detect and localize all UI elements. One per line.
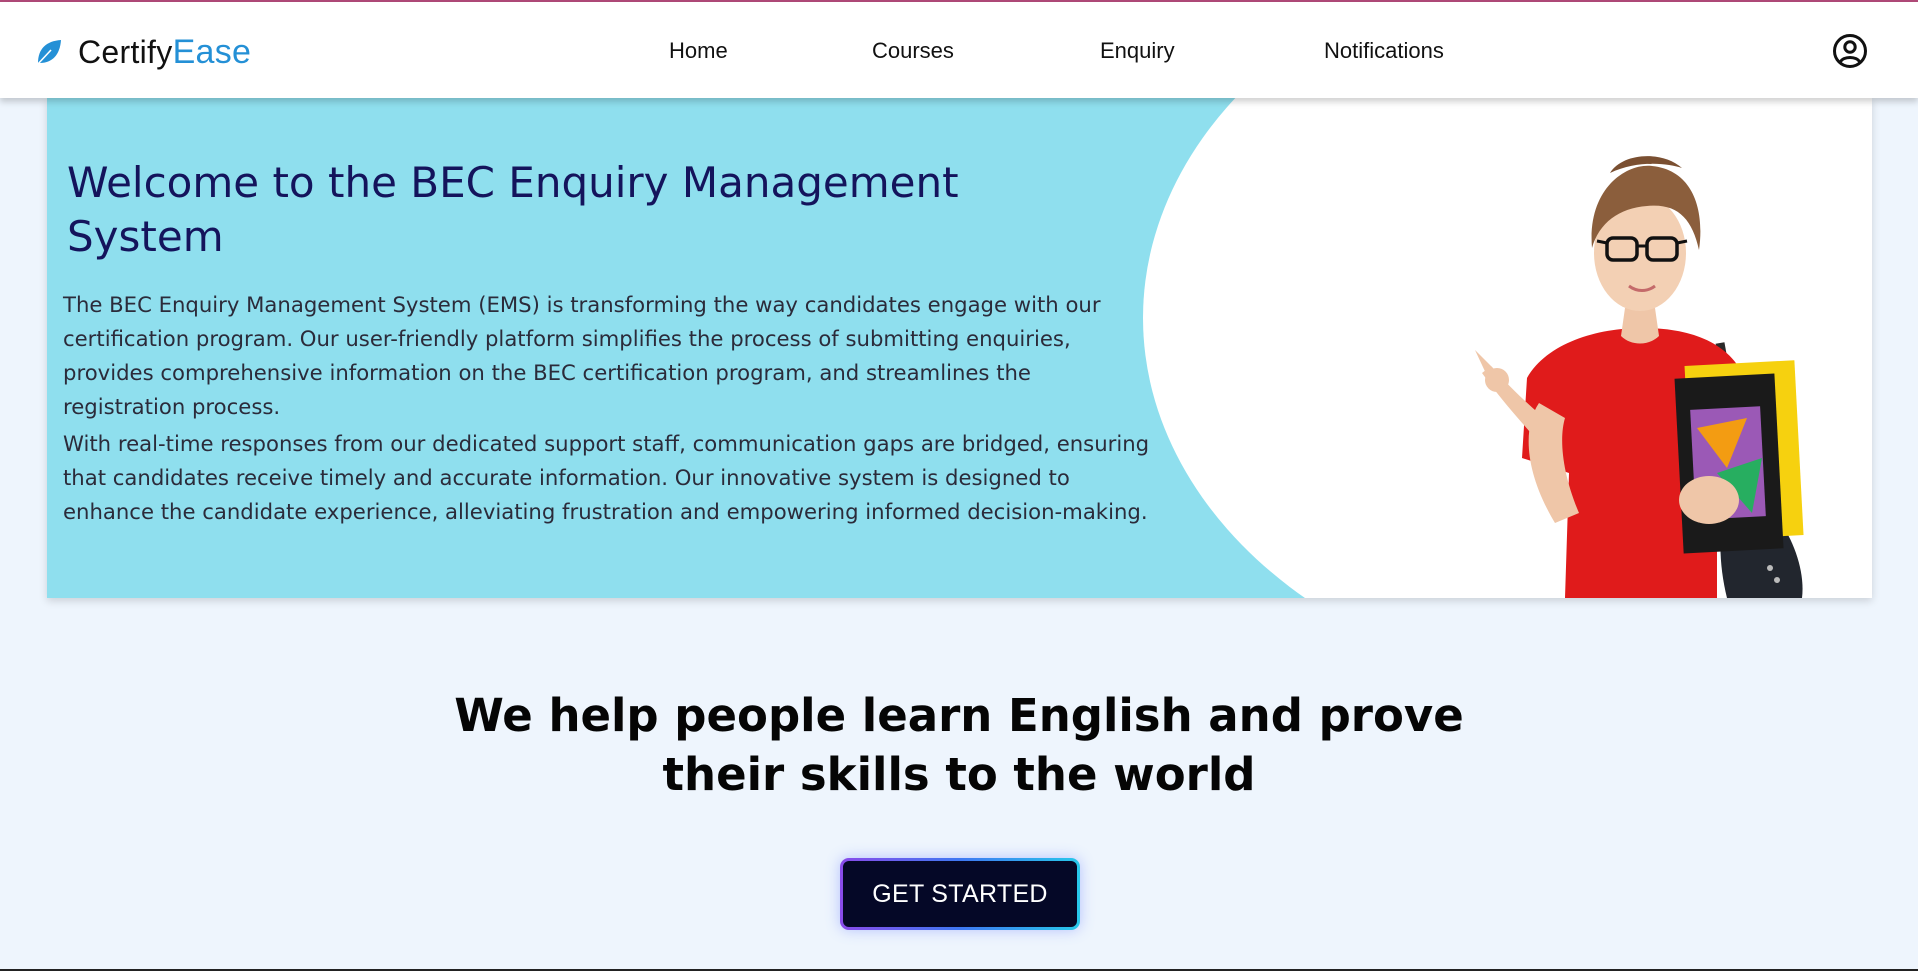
site-header: Certify Ease Home Courses Enquiry Notific…: [0, 2, 1918, 98]
hero-paragraph-2: With real-time responses from our dedica…: [63, 431, 1150, 524]
nav-link-home[interactable]: Home: [669, 38, 728, 64]
tagline-heading: We help people learn English and prove t…: [0, 686, 1918, 804]
get-started-button[interactable]: GET STARTED: [840, 858, 1080, 930]
user-circle-icon[interactable]: [1832, 33, 1868, 69]
hero-banner: Welcome to the BEC Enquiry Management Sy…: [47, 98, 1872, 598]
student-illustration: [1475, 156, 1804, 598]
hero-paragraph-1: The BEC Enquiry Management System (EMS) …: [63, 292, 1101, 419]
hero-title: Welcome to the BEC Enquiry Management Sy…: [67, 158, 959, 261]
main-nav: Home Courses Enquiry Notifications: [0, 38, 1918, 68]
tagline-line-2: their skills to the world: [662, 748, 1256, 801]
tagline-line-1: We help people learn English and prove: [454, 689, 1464, 742]
nav-link-notifications[interactable]: Notifications: [1324, 38, 1444, 64]
nav-link-enquiry[interactable]: Enquiry: [1100, 38, 1175, 64]
nav-link-courses[interactable]: Courses: [872, 38, 954, 64]
